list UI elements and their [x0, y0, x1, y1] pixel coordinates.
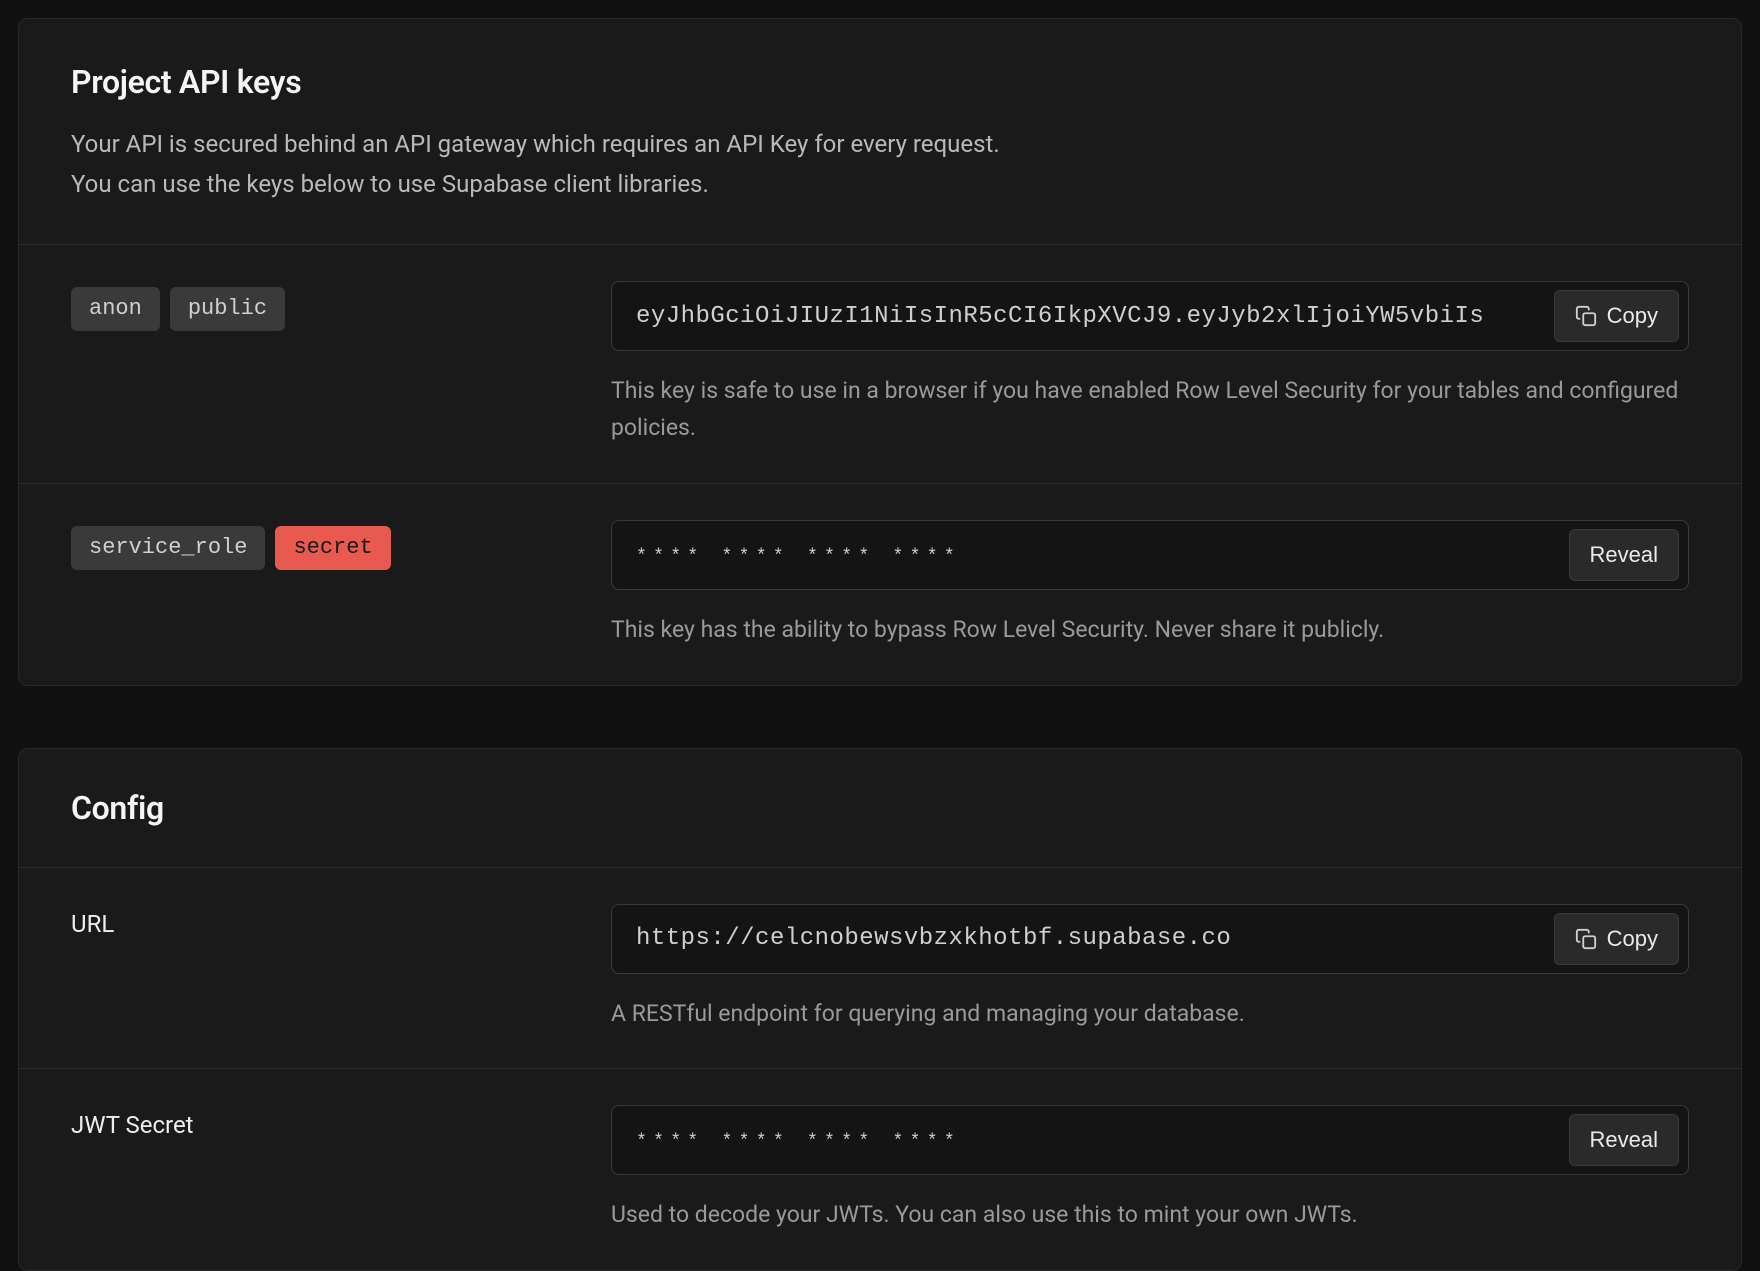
url-content: Copy A RESTful endpoint for querying and…	[611, 904, 1689, 1033]
service-role-tags: service_role secret	[71, 520, 611, 570]
public-tag: public	[170, 287, 285, 331]
api-keys-panel: Project API keys Your API is secured beh…	[18, 18, 1742, 686]
copy-icon	[1575, 305, 1597, 327]
copy-anon-key-label: Copy	[1607, 303, 1658, 329]
service-role-tag: service_role	[71, 526, 265, 570]
api-keys-description: Your API is secured behind an API gatewa…	[71, 125, 1689, 204]
service-role-content: Reveal This key has the ability to bypas…	[611, 520, 1689, 649]
url-label-wrap: URL	[71, 904, 611, 938]
url-input[interactable]	[611, 904, 1689, 974]
anon-key-row: anon public Copy This key is safe to use…	[19, 244, 1741, 483]
jwt-field-wrap: Reveal	[611, 1105, 1689, 1175]
reveal-jwt-label: Reveal	[1590, 1127, 1658, 1153]
service-role-help: This key has the ability to bypass Row L…	[611, 612, 1689, 649]
api-keys-description-line2: You can use the keys below to use Supaba…	[71, 170, 709, 198]
config-header: Config	[19, 749, 1741, 867]
config-title: Config	[71, 789, 1689, 827]
anon-key-field-wrap: Copy	[611, 281, 1689, 351]
reveal-service-role-label: Reveal	[1590, 542, 1658, 568]
api-keys-title: Project API keys	[71, 63, 1689, 101]
service-role-row: service_role secret Reveal This key has …	[19, 483, 1741, 685]
anon-key-input[interactable]	[611, 281, 1689, 351]
service-role-field-wrap: Reveal	[611, 520, 1689, 590]
url-row: URL Copy A RESTful endpoint for querying…	[19, 867, 1741, 1069]
config-panel: Config URL Copy A RESTful endpoint	[18, 748, 1742, 1271]
jwt-help: Used to decode your JWTs. You can also u…	[611, 1197, 1689, 1234]
jwt-row: JWT Secret Reveal Used to decode your JW…	[19, 1068, 1741, 1270]
jwt-label: JWT Secret	[71, 1111, 194, 1139]
copy-icon	[1575, 928, 1597, 950]
api-keys-description-line1: Your API is secured behind an API gatewa…	[71, 130, 1000, 158]
copy-url-label: Copy	[1607, 926, 1658, 952]
jwt-label-wrap: JWT Secret	[71, 1105, 611, 1139]
anon-key-help: This key is safe to use in a browser if …	[611, 373, 1689, 447]
copy-anon-key-button[interactable]: Copy	[1554, 290, 1679, 342]
anon-key-tags: anon public	[71, 281, 611, 331]
url-field-wrap: Copy	[611, 904, 1689, 974]
anon-tag: anon	[71, 287, 160, 331]
reveal-service-role-button[interactable]: Reveal	[1569, 529, 1679, 581]
jwt-input[interactable]	[611, 1105, 1689, 1175]
url-help: A RESTful endpoint for querying and mana…	[611, 996, 1689, 1033]
api-keys-header: Project API keys Your API is secured beh…	[19, 19, 1741, 244]
reveal-jwt-button[interactable]: Reveal	[1569, 1114, 1679, 1166]
jwt-content: Reveal Used to decode your JWTs. You can…	[611, 1105, 1689, 1234]
copy-url-button[interactable]: Copy	[1554, 913, 1679, 965]
secret-tag: secret	[275, 526, 390, 570]
anon-key-content: Copy This key is safe to use in a browse…	[611, 281, 1689, 447]
service-role-input[interactable]	[611, 520, 1689, 590]
url-label: URL	[71, 910, 114, 938]
